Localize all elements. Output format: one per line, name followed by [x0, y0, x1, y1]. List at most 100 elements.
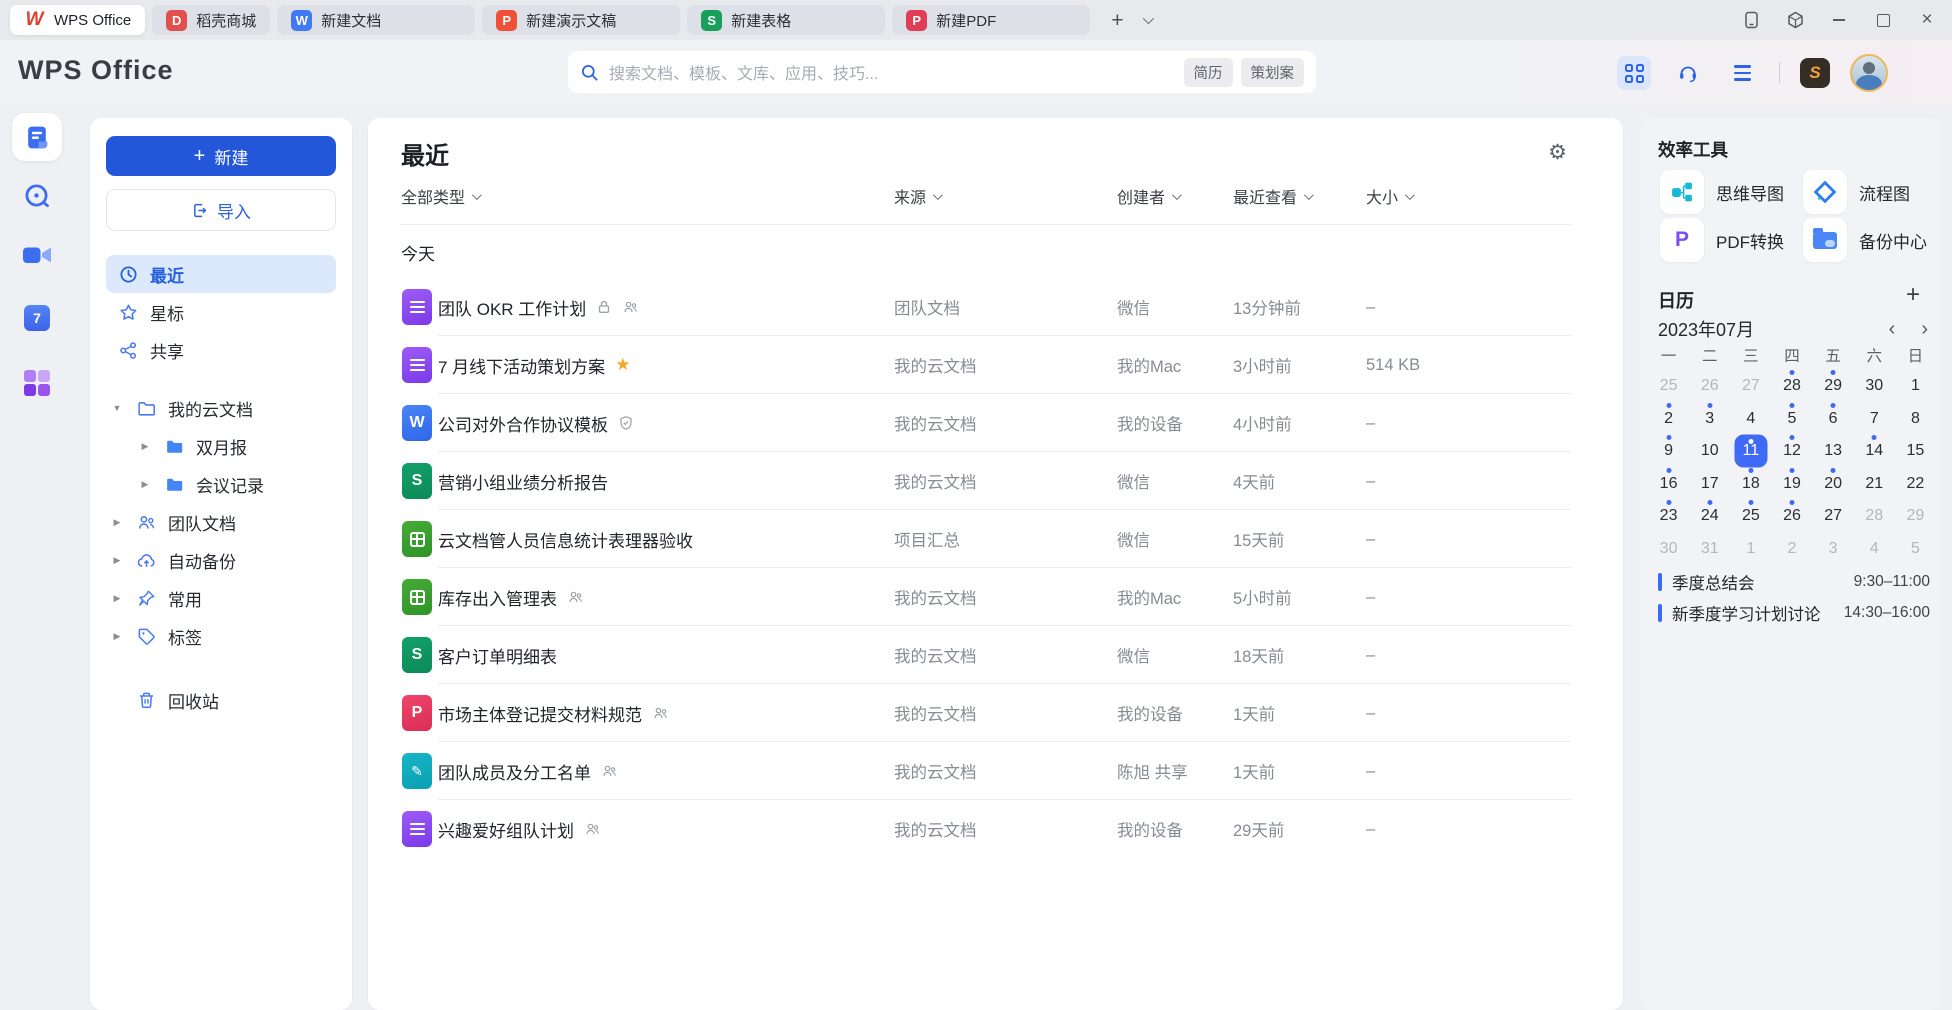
calendar-day[interactable]: 13 [1813, 435, 1854, 468]
caret-expanded-icon[interactable]: ▼ [110, 403, 124, 413]
filter-source[interactable]: 来源 [894, 184, 940, 208]
search-bar[interactable]: 搜索文档、模板、文库、应用、技巧... 简历 策划案 [568, 51, 1316, 93]
calendar-day[interactable]: 30 [1854, 370, 1895, 403]
svip-badge[interactable]: S [1800, 58, 1830, 88]
calendar-day[interactable]: 9 [1648, 435, 1689, 468]
file-row[interactable]: S 客户订单明细表 我的云文档 微信 18天前 – [368, 626, 1623, 684]
calendar-day[interactable]: 11 [1730, 435, 1771, 468]
calendar-day[interactable]: 26 [1771, 500, 1812, 533]
main-menu-button[interactable] [1725, 56, 1759, 90]
mobile-device-icon[interactable] [1742, 11, 1760, 29]
import-button[interactable]: 导入 [106, 189, 336, 231]
filter-creator[interactable]: 创建者 [1117, 184, 1179, 208]
sidebar-item-auto-backup[interactable]: ▶ 自动备份 [106, 541, 336, 579]
caret-collapsed-icon[interactable]: ▶ [110, 517, 124, 528]
calendar-day[interactable]: 18 [1730, 468, 1771, 501]
filter-size[interactable]: 大小 [1366, 184, 1412, 208]
file-row[interactable]: P 市场主体登记提交材料规范 我的云文档 我的设备 1天前 – [368, 684, 1623, 742]
calendar-day[interactable]: 5 [1771, 403, 1812, 436]
calendar-day[interactable]: 25 [1730, 500, 1771, 533]
calendar-day[interactable]: 25 [1648, 370, 1689, 403]
calendar-event[interactable]: 新季度学习计划讨论 14:30–16:00 [1658, 597, 1930, 628]
sidebar-item-bimonthly-report[interactable]: ▶ 双月报 [106, 427, 336, 465]
rail-documents-active[interactable] [12, 113, 62, 161]
calendar-day[interactable]: 3 [1689, 403, 1730, 436]
calendar-day[interactable]: 2 [1771, 533, 1812, 566]
calendar-day[interactable]: 27 [1813, 500, 1854, 533]
tab-list-dropdown[interactable] [1143, 11, 1151, 29]
file-row[interactable]: W 公司对外合作协议模板 我的云文档 我的设备 4小时前 – [368, 394, 1623, 452]
calendar-day[interactable]: 7 [1854, 403, 1895, 436]
calendar-day[interactable]: 5 [1895, 533, 1936, 566]
calendar-day[interactable]: 1 [1730, 533, 1771, 566]
customer-service-button[interactable] [1671, 56, 1705, 90]
calendar-day[interactable]: 27 [1730, 370, 1771, 403]
tab-wps-home[interactable]: W WPS Office [10, 5, 145, 35]
calendar-day[interactable]: 12 [1771, 435, 1812, 468]
calendar-day[interactable]: 3 [1813, 533, 1854, 566]
search-tag-resume[interactable]: 简历 [1184, 58, 1233, 87]
calendar-day[interactable]: 2 [1648, 403, 1689, 436]
calendar-day[interactable]: 28 [1854, 500, 1895, 533]
calendar-day[interactable]: 23 [1648, 500, 1689, 533]
calendar-day[interactable]: 4 [1730, 403, 1771, 436]
rail-more-apps[interactable] [0, 370, 74, 396]
calendar-day[interactable]: 30 [1648, 533, 1689, 566]
sidebar-item-starred[interactable]: 星标 [106, 293, 336, 331]
tool-mindmap[interactable]: 思维导图 [1660, 170, 1784, 214]
file-row[interactable]: 云文档管人员信息统计表理器验收 项目汇总 微信 15天前 – [368, 510, 1623, 568]
calendar-day[interactable]: 26 [1689, 370, 1730, 403]
caret-collapsed-icon[interactable]: ▶ [110, 631, 124, 642]
calendar-event[interactable]: 季度总结会 9:30–11:00 [1658, 566, 1930, 597]
caret-collapsed-icon[interactable]: ▶ [110, 555, 124, 566]
add-event-button[interactable]: + [1906, 281, 1920, 309]
calendar-day[interactable]: 20 [1813, 468, 1854, 501]
file-row[interactable]: 7 月线下活动策划方案 ★ 我的云文档 我的Mac 3小时前 514 KB [368, 336, 1623, 394]
file-row[interactable]: 库存出入管理表 我的云文档 我的Mac 5小时前 – [368, 568, 1623, 626]
file-row[interactable]: 兴趣爱好组队计划 我的云文档 我的设备 29天前 – [368, 800, 1623, 858]
calendar-day[interactable]: 19 [1771, 468, 1812, 501]
tab-new-spreadsheet[interactable]: S 新建表格 [687, 5, 885, 35]
calendar-day[interactable]: 4 [1854, 533, 1895, 566]
calendar-day[interactable]: 24 [1689, 500, 1730, 533]
calendar-day[interactable]: 10 [1689, 435, 1730, 468]
sidebar-item-meeting-notes[interactable]: ▶ 会议记录 [106, 465, 336, 503]
calendar-day[interactable]: 31 [1689, 533, 1730, 566]
caret-collapsed-icon[interactable]: ▶ [110, 593, 124, 604]
tab-new-document[interactable]: W 新建文档 [277, 5, 475, 35]
package-box-icon[interactable] [1786, 11, 1804, 29]
calendar-day[interactable]: 29 [1813, 370, 1854, 403]
tab-new-pdf[interactable]: P 新建PDF [892, 5, 1090, 35]
minimize-button[interactable] [1830, 11, 1848, 29]
gear-icon[interactable]: ⚙ [1548, 140, 1567, 165]
maximize-button[interactable] [1874, 11, 1892, 29]
apps-grid-button[interactable] [1617, 56, 1651, 90]
filter-all-types[interactable]: 全部类型 [401, 184, 479, 208]
caret-collapsed-icon[interactable]: ▶ [138, 441, 152, 452]
calendar-day[interactable]: 17 [1689, 468, 1730, 501]
user-avatar[interactable] [1850, 54, 1888, 92]
calendar-day[interactable]: 28 [1771, 370, 1812, 403]
calendar-day[interactable]: 14 [1854, 435, 1895, 468]
tab-docer-store[interactable]: D 稻壳商城 [152, 5, 270, 35]
sidebar-item-frequent[interactable]: ▶ 常用 [106, 579, 336, 617]
sidebar-item-recycle-bin[interactable]: 回收站 [106, 681, 336, 719]
sidebar-item-shared[interactable]: 共享 [106, 331, 336, 369]
prev-month-button[interactable]: ‹ [1889, 319, 1896, 339]
file-row[interactable]: ✎ 团队成员及分工名单 我的云文档 陈旭 共享 1天前 – [368, 742, 1623, 800]
calendar-day[interactable]: 8 [1895, 403, 1936, 436]
sidebar-item-my-cloud-docs[interactable]: ▼ 我的云文档 [106, 389, 336, 427]
sidebar-item-team-docs[interactable]: ▶ 团队文档 [106, 503, 336, 541]
calendar-day[interactable]: 16 [1648, 468, 1689, 501]
rail-chat[interactable] [0, 182, 74, 210]
rail-calendar[interactable]: 7 [0, 305, 74, 331]
new-document-button[interactable]: + 新建 [106, 136, 336, 176]
calendar-day[interactable]: 1 [1895, 370, 1936, 403]
calendar-day[interactable]: 29 [1895, 500, 1936, 533]
tool-pdf-convert[interactable]: P PDF转换 [1660, 218, 1784, 262]
caret-collapsed-icon[interactable]: ▶ [138, 479, 152, 490]
sidebar-item-recent[interactable]: 最近 [106, 255, 336, 293]
sidebar-item-tags[interactable]: ▶ 标签 [106, 617, 336, 655]
calendar-day[interactable]: 6 [1813, 403, 1854, 436]
file-row[interactable]: S 营销小组业绩分析报告 我的云文档 微信 4天前 – [368, 452, 1623, 510]
